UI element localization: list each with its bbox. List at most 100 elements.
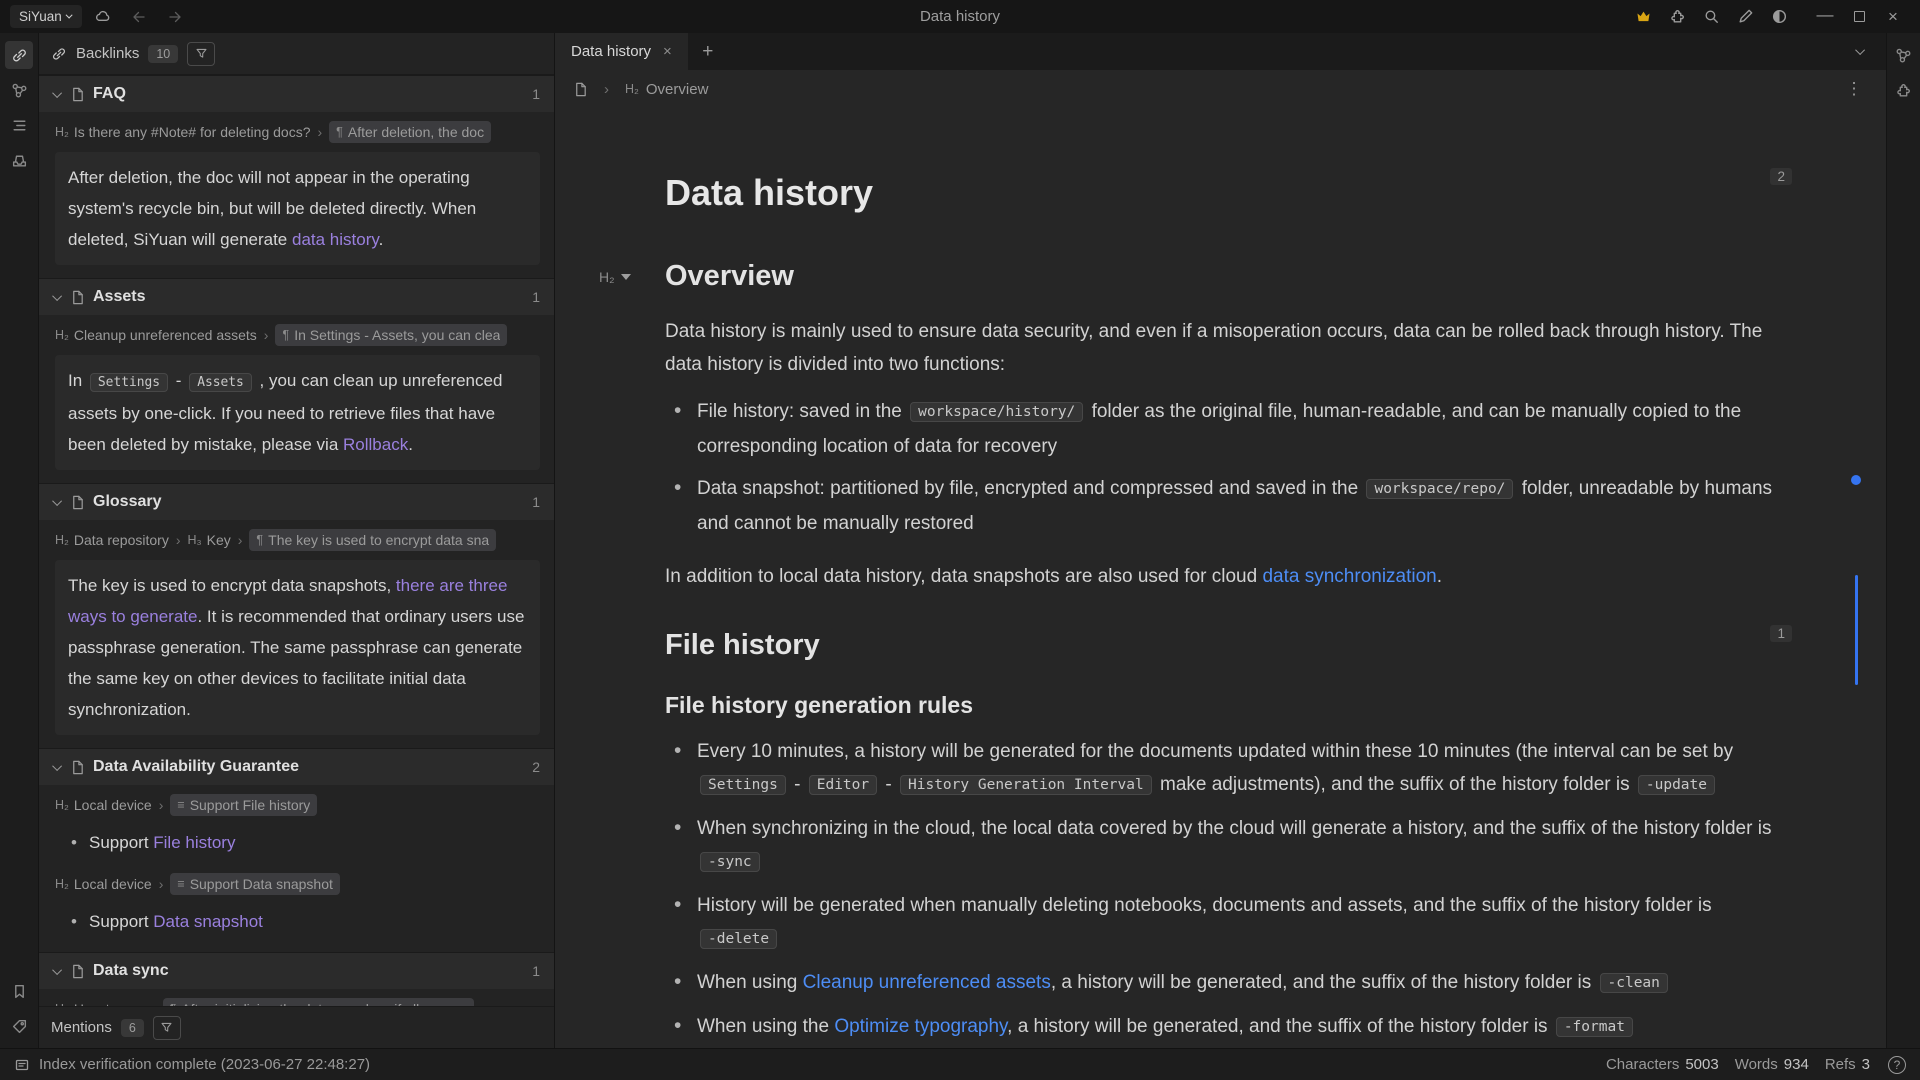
maximize-button[interactable] — [1842, 4, 1876, 30]
document[interactable]: Data history 2 H₂ Overview Data history … — [555, 108, 1886, 1048]
backlinks-filter-button[interactable] — [187, 42, 215, 66]
breadcrumb-item[interactable]: H₂Cleanup unreferenced assets — [55, 327, 257, 343]
block-ref-link[interactable]: Rollback — [343, 435, 408, 454]
breadcrumb-item[interactable]: ¶After deletion, the doc — [329, 121, 491, 143]
left-dock — [0, 33, 39, 1048]
paragraph[interactable]: In addition to local data history, data … — [665, 560, 1776, 593]
app-menu-button[interactable]: SiYuan — [10, 5, 82, 28]
more-options-button[interactable]: ⋮ — [1840, 79, 1868, 99]
backlink-content[interactable]: Support Data snapshot — [55, 904, 540, 939]
backlink-breadcrumb[interactable]: H₂Cleanup unreferenced assets›¶In Settin… — [55, 324, 540, 346]
global-search-button[interactable] — [1696, 4, 1726, 30]
breadcrumb-item[interactable]: H₂Local device — [55, 797, 152, 813]
breadcrumb-item[interactable]: H₂Local device — [55, 876, 152, 892]
backlink-group-header[interactable]: FAQ 1 — [39, 75, 554, 112]
dock-bookmark-button[interactable] — [5, 977, 33, 1005]
text-run: In addition to local data history, data … — [665, 566, 1262, 587]
window-controls: — × — [1808, 4, 1910, 30]
doc-title[interactable]: Data history 2 — [665, 172, 1776, 214]
backlink-group-header[interactable]: Data sync 1 — [39, 952, 554, 989]
breadcrumb-item[interactable]: ¶After initializing the data repo key, i… — [163, 998, 475, 1006]
tab-data-history[interactable]: Data history × — [555, 33, 688, 70]
backlink-breadcrumb[interactable]: H₂Data repository›H₃Key›¶The key is used… — [55, 529, 540, 551]
backlink-breadcrumb[interactable]: H₂How to use›¶After initializing the dat… — [55, 998, 540, 1006]
heading-file-history[interactable]: File history 1 — [665, 629, 1776, 662]
cloud-sync-button[interactable] — [88, 4, 118, 30]
backlinks-title: Backlinks — [76, 45, 139, 62]
backlink-breadcrumb[interactable]: H₂Local device›≡Support Data snapshot — [55, 873, 540, 895]
paragraph[interactable]: Data history is mainly used to ensure da… — [665, 315, 1776, 381]
theme-toggle-button[interactable] — [1764, 4, 1794, 30]
block-ref-link[interactable]: Data snapshot — [153, 912, 263, 931]
chevron-down-icon — [1855, 45, 1865, 55]
backlink-breadcrumb[interactable]: H₂Local device›≡Support File history — [55, 794, 540, 816]
breadcrumb-item[interactable]: H₂Is there any #Note# for deleting docs? — [55, 124, 310, 140]
new-tab-button[interactable]: + — [688, 33, 728, 70]
list-item[interactable]: Every 10 minutes, a history will be gene… — [665, 735, 1776, 803]
backlink-breadcrumb[interactable]: H₂Is there any #Note# for deleting docs?… — [55, 121, 540, 143]
minimize-button[interactable]: — — [1808, 4, 1842, 30]
marketplace-button[interactable] — [1662, 4, 1692, 30]
list-item[interactable]: When synchronizing in the cloud, the loc… — [665, 812, 1776, 880]
close-button[interactable]: × — [1876, 4, 1910, 30]
list-item[interactable]: History will be generated when manually … — [665, 889, 1776, 957]
breadcrumb-item-overview[interactable]: H₂ Overview — [625, 81, 708, 98]
forward-button[interactable] — [160, 4, 190, 30]
hyperlink[interactable]: Cleanup unreferenced assets — [803, 972, 1051, 993]
block-ref-link[interactable]: data history — [292, 230, 379, 249]
backlinks-list: FAQ 1 H₂Is there any #Note# for deleting… — [39, 75, 554, 1006]
backlink-group-count: 1 — [532, 86, 540, 102]
scroll-position-dot[interactable] — [1851, 475, 1861, 485]
mentions-filter-button[interactable] — [153, 1016, 181, 1040]
hyperlink[interactable]: Optimize typography — [834, 1016, 1007, 1037]
backlink-content[interactable]: The key is used to encrypt data snapshot… — [55, 560, 540, 735]
dock-graph-panel-button[interactable] — [1890, 41, 1918, 69]
block-ref-link[interactable]: File history — [153, 833, 235, 852]
tab-close-icon[interactable]: × — [663, 43, 672, 60]
document-icon[interactable] — [573, 82, 588, 97]
dock-inbox-button[interactable] — [5, 146, 33, 174]
collapse-arrow-icon[interactable] — [621, 274, 631, 280]
scrollbar-thumb[interactable] — [1855, 575, 1858, 685]
backlink-count-badge[interactable]: 2 — [1770, 168, 1792, 185]
dock-outline-button[interactable] — [5, 111, 33, 139]
breadcrumb-item[interactable]: H₂Data repository — [55, 532, 169, 548]
characters-counter: Characters 5003 — [1606, 1056, 1719, 1073]
list-item[interactable]: Data snapshot: partitioned by file, encr… — [665, 472, 1776, 540]
heading-generation-rules[interactable]: File history generation rules — [665, 692, 1776, 719]
arrow-left-icon — [131, 9, 147, 25]
breadcrumb-item[interactable]: ¶The key is used to encrypt data sna — [249, 529, 496, 551]
backlink-count-badge[interactable]: 1 — [1770, 625, 1792, 642]
help-button[interactable]: ? — [1888, 1056, 1906, 1074]
backlink-group-header[interactable]: Glossary 1 — [39, 483, 554, 520]
dock-backlinks-button[interactable] — [5, 41, 33, 69]
backlinks-count-badge: 10 — [148, 45, 178, 63]
list-item[interactable]: File history: saved in the workspace/his… — [665, 395, 1776, 463]
backlink-content[interactable]: After deletion, the doc will not appear … — [55, 152, 540, 265]
breadcrumb-text: Cleanup unreferenced assets — [74, 327, 257, 343]
breadcrumb-item[interactable]: ≡Support File history — [170, 794, 317, 816]
back-button[interactable] — [124, 4, 154, 30]
breadcrumb-item[interactable]: ≡Support Data snapshot — [170, 873, 340, 895]
membership-button[interactable] — [1628, 4, 1658, 30]
breadcrumb-item[interactable]: H₃Key — [188, 532, 231, 548]
mentions-bar[interactable]: Mentions 6 — [39, 1006, 554, 1048]
heading-overview[interactable]: H₂ Overview — [665, 260, 1776, 293]
breadcrumb-item[interactable]: ¶In Settings - Assets, you can clea — [275, 324, 507, 346]
dock-graph-button[interactable] — [5, 76, 33, 104]
heading-text: Overview — [665, 260, 794, 292]
dock-plugin-panel-button[interactable] — [1890, 76, 1918, 104]
dock-tag-button[interactable] — [5, 1012, 33, 1040]
list-item[interactable]: When using the Optimize typography, a hi… — [665, 1010, 1776, 1045]
backlink-content[interactable]: Support File history — [55, 825, 540, 860]
backlink-group-header[interactable]: Assets 1 — [39, 278, 554, 315]
heading-gutter[interactable]: H₂ — [599, 269, 631, 285]
tab-list-button[interactable] — [1846, 39, 1876, 65]
backlink-content[interactable]: In Settings - Assets , you can clean up … — [55, 355, 540, 470]
backlink-group-header[interactable]: Data Availability Guarantee 2 — [39, 748, 554, 785]
list-item[interactable]: When using Cleanup unreferenced assets, … — [665, 966, 1776, 1001]
edit-mode-button[interactable] — [1730, 4, 1760, 30]
chevron-down-icon — [52, 496, 62, 506]
pencil-icon — [1737, 8, 1754, 25]
hyperlink[interactable]: data synchronization — [1262, 566, 1436, 587]
